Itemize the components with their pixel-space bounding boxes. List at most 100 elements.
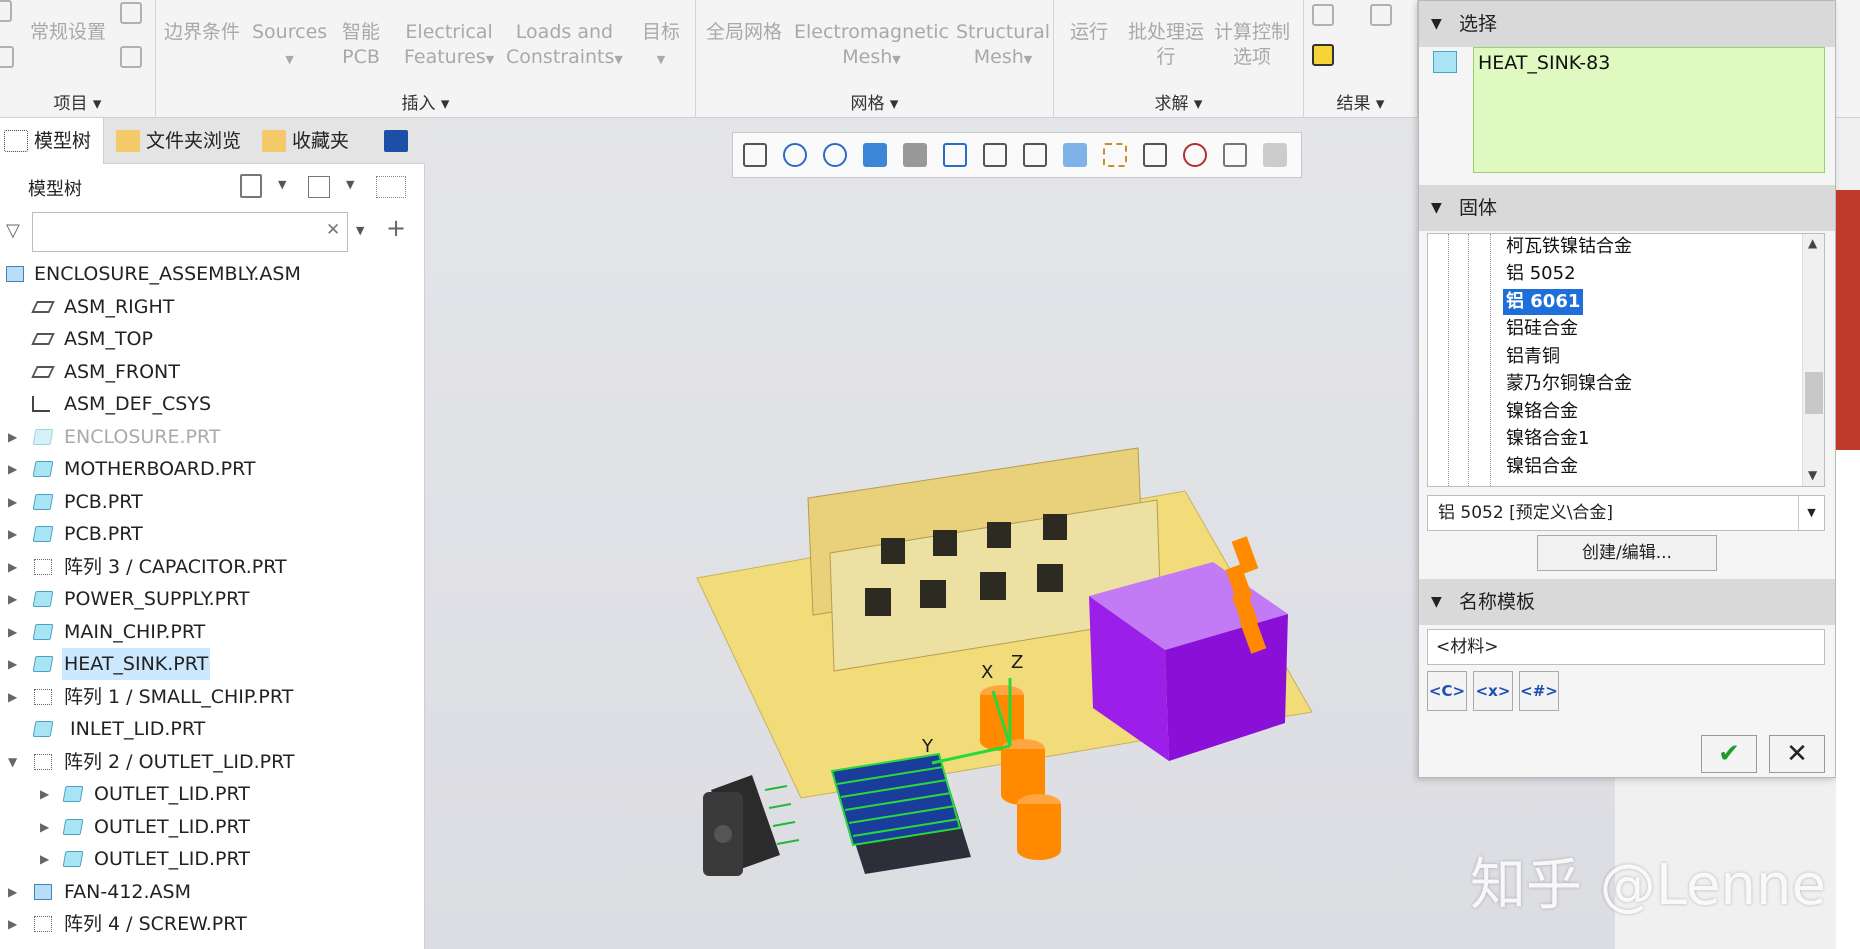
tree-row-selected[interactable]: ▶ HEAT_SINK.PRT [0, 648, 425, 680]
list-item[interactable]: 蒙乃尔铜镍合金 [1506, 371, 1632, 397]
panel-icon[interactable] [1312, 4, 1334, 26]
electrical-features-button[interactable]: Electrical Features▼ [404, 20, 494, 72]
list-item-selected[interactable]: 铝 6061 [1503, 289, 1584, 315]
tree-row[interactable]: ASM_RIGHT [0, 291, 425, 323]
tree-row[interactable]: ▶ MAIN_CHIP.PRT [0, 616, 425, 648]
ribbon-group-label[interactable]: 网格 ▾ [696, 89, 1053, 114]
chevron-down-icon[interactable]: ▼ [346, 178, 354, 191]
create-edit-button[interactable]: 创建/编辑... [1537, 535, 1717, 571]
search-input[interactable] [32, 212, 348, 252]
list-item[interactable]: 镍铝合金 [1506, 454, 1578, 480]
loads-constraints-button[interactable]: Loads and Constraints▼ [506, 20, 623, 72]
expand-icon[interactable]: ▶ [8, 486, 22, 518]
ok-button[interactable]: ✔ [1701, 735, 1757, 773]
insert-x-button[interactable]: <x> [1473, 671, 1513, 711]
expand-icon[interactable]: ▶ [8, 551, 22, 583]
chevron-down-icon[interactable]: ▼ [278, 178, 286, 191]
settings-icon[interactable] [0, 0, 12, 22]
em-mesh-button[interactable]: Electromagnetic Mesh▼ [794, 20, 949, 72]
tab-folder-browser[interactable]: 文件夹浏览 [112, 118, 254, 164]
material-list[interactable]: 柯瓦铁镍钴合金 铝 5052 铝 6061 铝硅合金 铝青铜 蒙乃尔铜镍合金 镍… [1427, 233, 1825, 487]
expand-icon[interactable]: ▶ [8, 876, 22, 908]
ribbon-group-label[interactable]: 求解 ▾ [1054, 89, 1303, 114]
name-template-input[interactable]: <材料> [1427, 629, 1825, 665]
expand-icon[interactable]: ▶ [40, 811, 54, 843]
add-icon[interactable]: + [386, 214, 406, 242]
measure-icon[interactable] [120, 46, 142, 68]
collapse-icon[interactable]: ▼ [8, 746, 22, 778]
expand-icon[interactable]: ▶ [8, 421, 22, 453]
insert-hash-button[interactable]: <#> [1519, 671, 1559, 711]
tree-row[interactable]: ▶ ENCLOSURE.PRT [0, 421, 425, 453]
ribbon-group-label[interactable]: 插入 ▾ [156, 89, 695, 114]
tree-row[interactable]: ▼ 阵列 2 / OUTLET_LID.PRT [0, 746, 425, 778]
expand-icon[interactable]: ▶ [8, 648, 22, 680]
sources-button[interactable]: Sources ▼ [252, 20, 327, 72]
scrollbar[interactable]: ▲ ▼ [1802, 234, 1824, 486]
copy-icon[interactable] [120, 2, 142, 24]
tree-row[interactable]: ▶ OUTLET_LID.PRT [0, 778, 425, 810]
expand-icon[interactable]: ▶ [8, 518, 22, 550]
tree-row[interactable]: ▶ 阵列 3 / CAPACITOR.PRT [0, 551, 425, 583]
batch-run-button[interactable]: 批处理运行 [1128, 20, 1204, 70]
expand-icon[interactable]: ▶ [8, 583, 22, 615]
run-button[interactable]: 运行 [1070, 20, 1108, 45]
tree-row[interactable]: ▶ FAN-412.ASM [0, 876, 425, 908]
ribbon-group-label[interactable]: 项目 ▾ [0, 89, 155, 114]
expand-icon[interactable]: ▶ [8, 453, 22, 485]
document-icon[interactable] [0, 46, 14, 68]
collapse-icon[interactable]: ▼ [1431, 1, 1442, 47]
cancel-button[interactable]: ✕ [1769, 735, 1825, 773]
chevron-down-icon[interactable]: ▼ [1798, 496, 1824, 530]
expand-icon[interactable]: ▶ [8, 616, 22, 648]
section-solid-header[interactable]: ▼ 固体 [1419, 185, 1835, 231]
tab-model-tree[interactable]: 模型树 [0, 118, 104, 164]
tree-row[interactable]: ▶ 阵列 1 / SMALL_CHIP.PRT [0, 681, 425, 713]
ribbon-group-label[interactable]: 结果 ▾ [1304, 89, 1417, 114]
chevron-down-icon[interactable]: ▼ [1808, 468, 1817, 482]
tree-row[interactable]: INLET_LID.PRT [0, 713, 425, 745]
tree-row[interactable]: ASM_FRONT [0, 356, 425, 388]
tree-row[interactable]: ▶ PCB.PRT [0, 486, 425, 518]
tree-row[interactable]: ▶ MOTHERBOARD.PRT [0, 453, 425, 485]
section-select-header[interactable]: ▼ 选择 [1419, 1, 1835, 47]
list-item[interactable]: 铝青铜 [1506, 344, 1560, 370]
expand-icon[interactable]: ▶ [8, 681, 22, 713]
results-icon[interactable] [1312, 44, 1334, 66]
collapse-icon[interactable]: ▼ [1431, 579, 1442, 625]
tree-row[interactable]: ASM_TOP [0, 323, 425, 355]
boundary-conditions-button[interactable]: 边界条件 [164, 20, 240, 45]
clear-icon[interactable]: ✕ [326, 220, 340, 240]
general-settings-button[interactable]: 常规设置 [30, 20, 106, 45]
tree-row[interactable]: ▶ POWER_SUPPLY.PRT [0, 583, 425, 615]
tools-icon[interactable] [240, 174, 262, 198]
list-item[interactable]: 镍铬合金 [1506, 399, 1578, 425]
tree-row[interactable]: ENCLOSURE_ASSEMBLY.ASM [0, 258, 425, 290]
expand-icon[interactable]: ▶ [40, 843, 54, 875]
target-button[interactable]: 目标 ▼ [642, 20, 680, 72]
list-icon[interactable] [308, 176, 330, 198]
tree-row[interactable]: ▶ 阵列 4 / SCREW.PRT [0, 908, 425, 940]
list-item[interactable]: 柯瓦铁镍钴合金 [1506, 234, 1632, 260]
list-item[interactable]: 铝硅合金 [1506, 316, 1578, 342]
expand-icon[interactable]: ▶ [40, 778, 54, 810]
smart-pcb-button[interactable]: 智能 PCB [342, 20, 380, 70]
tree-row[interactable]: ▶ PCB.PRT [0, 518, 425, 550]
insert-c-button[interactable]: <C> [1427, 671, 1467, 711]
expand-icon[interactable]: ▶ [8, 908, 22, 940]
tab-extra[interactable] [378, 118, 418, 164]
section-name-template-header[interactable]: ▼ 名称模板 [1419, 579, 1835, 625]
list-item[interactable]: 铝 5052 [1506, 261, 1576, 287]
calc-control-button[interactable]: 计算控制 选项 [1214, 20, 1290, 70]
tree-row[interactable]: ▶ OUTLET_LID.PRT [0, 843, 425, 875]
save-icon[interactable] [1370, 4, 1392, 26]
collapse-icon[interactable]: ▼ [1431, 185, 1442, 231]
selection-field[interactable]: HEAT_SINK-83 [1473, 47, 1825, 173]
global-mesh-button[interactable]: 全局网格 [706, 20, 782, 45]
list-item[interactable]: 镍铬合金1 [1506, 426, 1589, 452]
chevron-up-icon[interactable]: ▲ [1808, 236, 1817, 250]
tab-favorites[interactable]: 收藏夹 [258, 118, 378, 164]
scrollbar-thumb[interactable] [1805, 372, 1823, 414]
material-select[interactable]: 铝 5052 [预定义\合金] ▼ [1427, 495, 1825, 531]
tree-row[interactable]: ASM_DEF_CSYS [0, 388, 425, 420]
